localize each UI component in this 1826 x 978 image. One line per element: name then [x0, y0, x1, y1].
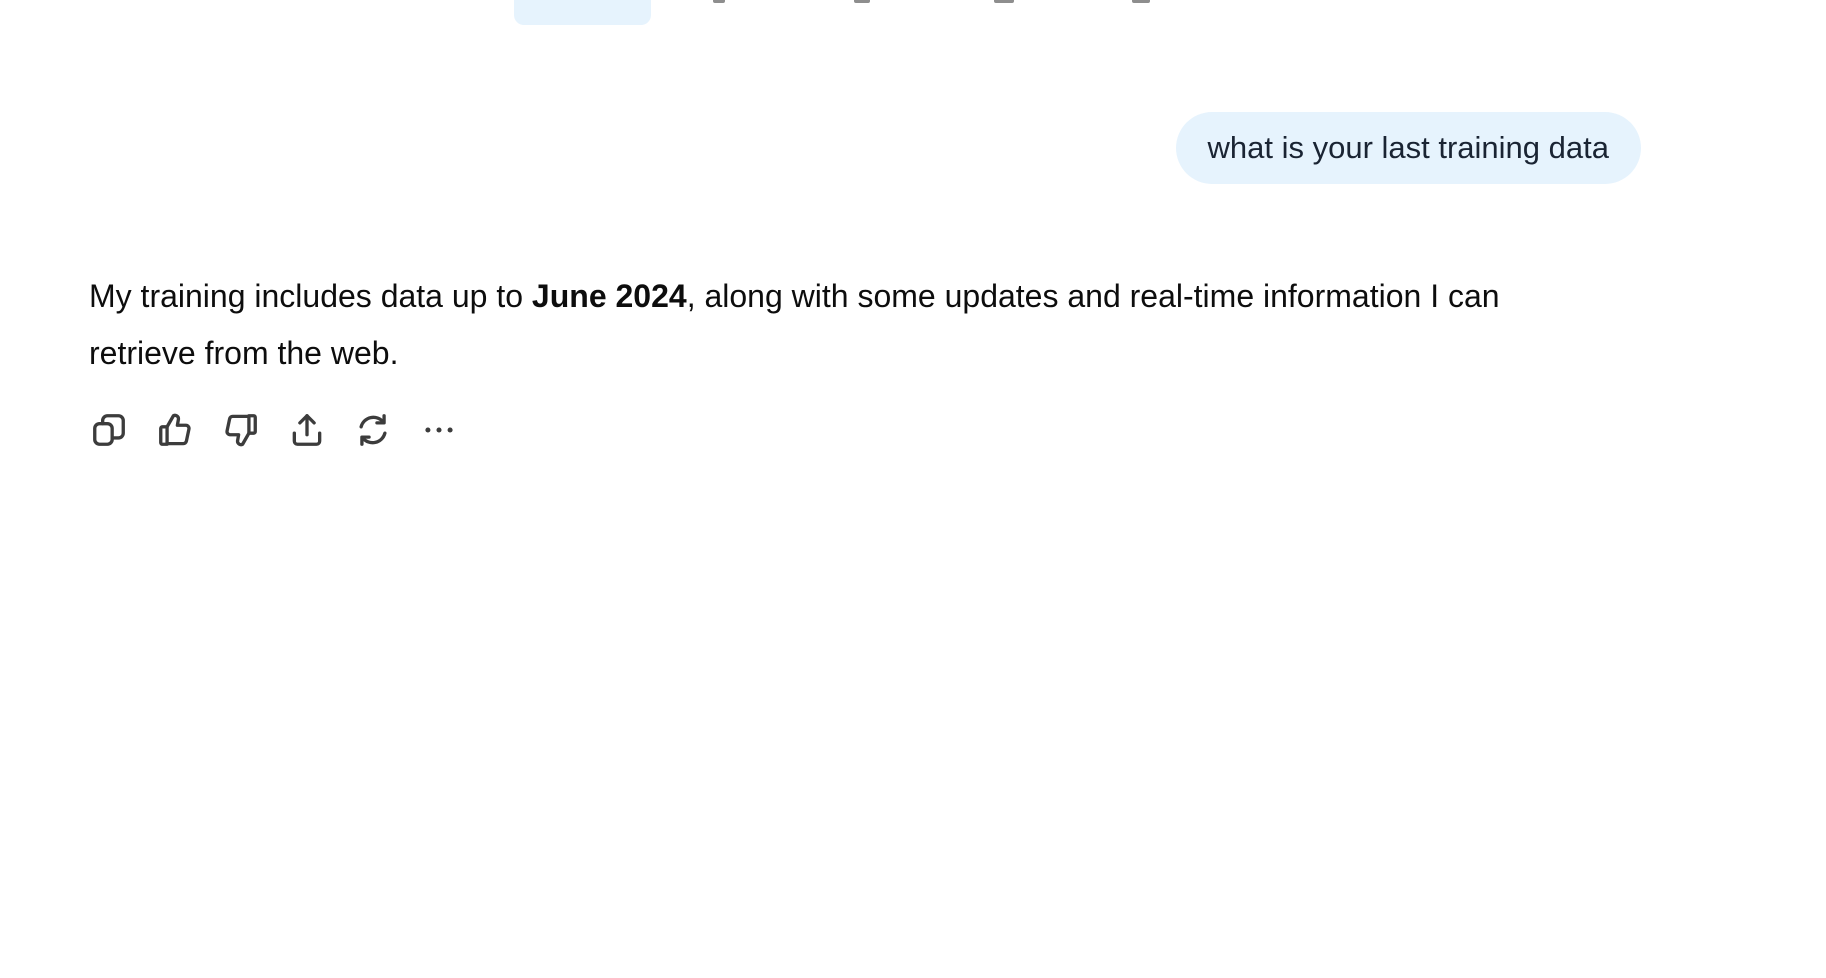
copy-icon: [93, 414, 125, 446]
message-action-bar: [89, 410, 459, 450]
thumbs-up-icon: [159, 413, 191, 446]
tab-icon[interactable]: [713, 0, 725, 3]
share-button[interactable]: [287, 410, 327, 450]
top-tab-strip: [0, 0, 1826, 30]
assistant-text-bold: June 2024: [531, 278, 687, 314]
assistant-text-before: My training includes data up to: [89, 278, 532, 314]
thumbs-down-icon: [225, 414, 257, 447]
tab-icon[interactable]: [994, 0, 1014, 3]
more-icon: [425, 427, 453, 433]
share-icon: [292, 414, 322, 446]
tab-icon[interactable]: [1132, 0, 1150, 3]
regenerate-button[interactable]: [353, 410, 393, 450]
more-actions-button[interactable]: [419, 410, 459, 450]
regenerate-icon: [359, 414, 387, 446]
user-message-bubble: what is your last training data: [1175, 112, 1641, 184]
bad-response-button[interactable]: [221, 410, 261, 450]
user-message-text: what is your last training data: [1207, 130, 1610, 165]
copy-button[interactable]: [89, 410, 129, 450]
good-response-button[interactable]: [155, 410, 195, 450]
tab-active[interactable]: [514, 0, 651, 25]
tab-icon[interactable]: [854, 0, 870, 3]
assistant-message: My training includes data up to June 202…: [89, 268, 1589, 382]
